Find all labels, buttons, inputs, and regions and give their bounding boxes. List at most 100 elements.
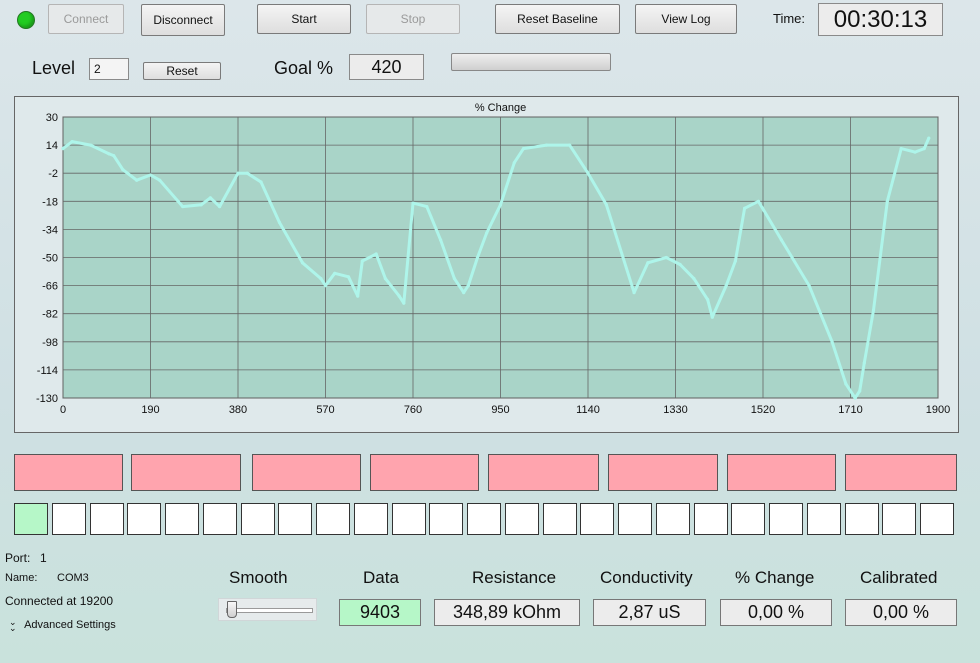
data-point [844, 382, 848, 386]
data-point [756, 199, 760, 203]
data-point [61, 147, 65, 151]
indicator-square [429, 503, 463, 535]
stop-button[interactable]: Stop [366, 4, 460, 34]
connect-button[interactable]: Connect [48, 4, 124, 34]
resistance-label: Resistance [472, 568, 557, 587]
x-tick-label: 190 [141, 404, 159, 416]
calibrated-value: 0,00 % [845, 599, 957, 626]
data-point [462, 291, 466, 295]
pink-indicator [14, 454, 123, 491]
data-point [360, 259, 364, 263]
y-tick-label: 30 [46, 112, 58, 124]
level-reset-button[interactable]: Reset [143, 62, 221, 80]
data-point [176, 199, 180, 203]
data-point [632, 291, 636, 295]
indicator-square [165, 503, 199, 535]
indicator-square [580, 503, 614, 535]
indicator-square [203, 503, 237, 535]
data-point [402, 301, 406, 305]
data-point [710, 315, 714, 319]
data-point [333, 271, 337, 275]
data-point [199, 203, 203, 207]
y-tick-label: -34 [42, 224, 58, 236]
data-point [236, 171, 240, 175]
data-point [521, 147, 526, 151]
indicator-square [14, 503, 48, 535]
x-tick-label: 570 [316, 404, 334, 416]
data-point [158, 178, 162, 182]
data-point [733, 259, 737, 263]
view-log-button[interactable]: View Log [635, 4, 737, 34]
x-tick-label: 1520 [751, 404, 775, 416]
x-tick-label: 950 [491, 404, 509, 416]
data-point [374, 252, 378, 256]
percent-change-label: % Change [735, 568, 815, 587]
slider-track [226, 608, 313, 613]
time-label: Time: [773, 11, 806, 26]
data-point [858, 389, 862, 393]
data-point [485, 231, 489, 235]
indicator-square [845, 503, 879, 535]
indicator-square [694, 503, 728, 535]
smooth-label: Smooth [229, 568, 288, 587]
conductivity-value: 2,87 uS [593, 599, 706, 626]
advanced-settings-label: Advanced Settings [24, 619, 116, 631]
y-tick-label: -82 [42, 309, 58, 321]
data-point [135, 178, 139, 182]
slider-thumb[interactable] [227, 601, 237, 618]
data-point [475, 255, 480, 260]
smooth-slider[interactable] [218, 598, 317, 621]
resistance-value: 348,89 kOhm [434, 599, 580, 626]
start-button[interactable]: Start [257, 4, 351, 34]
goal-label: Goal % [274, 58, 334, 78]
data-point [425, 204, 429, 209]
data-point [217, 204, 222, 209]
data-point [899, 147, 903, 151]
port-label: Port: [5, 551, 31, 565]
pink-indicator [727, 454, 836, 491]
calibrated-label: Calibrated [860, 568, 938, 587]
data-point [466, 284, 470, 288]
data-point [646, 261, 650, 265]
time-display: 00:30:13 [818, 3, 943, 36]
indicator-square [467, 503, 501, 535]
data-point [913, 150, 917, 154]
reset-baseline-button[interactable]: Reset Baseline [495, 4, 620, 34]
connection-status-led [17, 11, 35, 29]
data-point [779, 238, 784, 242]
level-input[interactable]: 2 [89, 58, 129, 80]
data-point [245, 171, 249, 175]
port-value: 1 [40, 551, 47, 565]
data-point [181, 204, 185, 209]
indicator-square [618, 503, 652, 535]
data-point [346, 275, 351, 279]
disconnect-button[interactable]: Disconnect [141, 4, 225, 36]
y-tick-label: -18 [42, 196, 58, 208]
advanced-settings-toggle[interactable]: ⌄ ⌄ Advanced Settings [9, 618, 116, 633]
data-value: 9403 [339, 599, 421, 626]
data-point [439, 238, 443, 242]
indicator-square [90, 503, 124, 535]
data-point [397, 294, 401, 298]
x-tick-label: 0 [60, 404, 66, 416]
indicator-square [354, 503, 388, 535]
data-point [208, 196, 212, 200]
y-tick-label: -114 [37, 365, 58, 377]
chart-title: % Change [475, 102, 526, 114]
pink-indicator [252, 454, 361, 491]
data-point [742, 206, 747, 210]
name-label: Name: [5, 572, 38, 584]
y-tick-label: 14 [46, 140, 58, 152]
data-point [319, 276, 323, 281]
y-tick-label: -98 [42, 337, 58, 349]
data-point [277, 220, 282, 224]
indicator-square [316, 503, 350, 535]
data-point [678, 262, 682, 267]
data-point [70, 139, 74, 144]
x-tick-label: 1900 [926, 404, 950, 416]
connection-status-text: Connected at 19200 [5, 594, 114, 608]
indicator-square [807, 503, 841, 535]
y-tick-label: -50 [42, 253, 58, 265]
data-point [862, 361, 866, 365]
x-tick-label: 1140 [576, 404, 600, 416]
